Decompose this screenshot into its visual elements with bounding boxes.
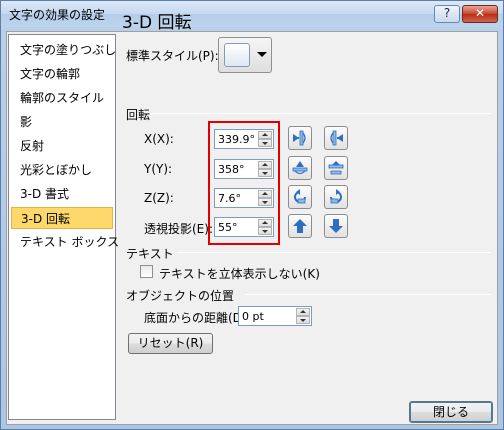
preset-dropdown-button[interactable] xyxy=(218,37,272,73)
sidebar-item-outline-style[interactable]: 輪郭のスタイル xyxy=(11,87,113,109)
rotate-left-button[interactable] xyxy=(288,126,312,150)
rotate-right-button[interactable] xyxy=(324,126,348,150)
rotate-up-icon xyxy=(292,161,308,175)
rotate-counterclockwise-icon xyxy=(294,189,306,204)
z-rotation-label: Z(Z): xyxy=(144,191,174,205)
chevron-down-icon xyxy=(257,52,267,57)
object-position-section-title: オブジェクトの位置 xyxy=(126,289,235,303)
help-button[interactable]: ? xyxy=(434,5,460,23)
preset-swatch xyxy=(224,43,250,67)
dialog-title: 文字の効果の設定 xyxy=(9,8,106,22)
category-list: 文字の塗りつぶし 文字の輪郭 輪郭のスタイル 影 反射 光彩とぼかし 3-D 書… xyxy=(8,34,119,420)
close-button[interactable]: 閉じる xyxy=(409,401,493,423)
sidebar-item-3d-rotation[interactable]: 3-D 回転 xyxy=(11,207,113,229)
sidebar-item-glow[interactable]: 光彩とぼかし xyxy=(11,159,113,181)
rotation-separator xyxy=(151,113,491,114)
reset-button[interactable]: リセット(R) xyxy=(128,333,213,354)
rotate-right-icon xyxy=(330,130,343,146)
rotation-values-highlight xyxy=(208,121,280,245)
y-rotation-label: Y(Y): xyxy=(144,162,173,176)
x-rotation-label: X(X): xyxy=(144,132,174,146)
rotate-left-icon xyxy=(293,130,306,146)
panel-heading: 3-D 回転 xyxy=(122,13,192,33)
perspective-label: 透視投影(E): xyxy=(144,222,213,236)
sidebar-item-reflection[interactable]: 反射 xyxy=(11,135,113,157)
perspective-narrow-button[interactable] xyxy=(288,214,312,238)
sidebar-item-text-fill[interactable]: 文字の塗りつぶし xyxy=(11,39,116,61)
object-position-separator xyxy=(245,294,491,295)
sidebar-item-shadow[interactable]: 影 xyxy=(11,111,113,133)
distance-label: 底面からの距離(D): xyxy=(144,311,251,325)
rotate-down-icon xyxy=(328,161,344,175)
close-window-button[interactable]: ✕ xyxy=(462,5,498,23)
keep-text-flat-label[interactable]: テキストを立体表示しない(K) xyxy=(159,265,320,282)
sidebar-item-3d-format[interactable]: 3-D 書式 xyxy=(11,183,113,205)
rotate-down-button[interactable] xyxy=(324,156,348,180)
text-section-title: テキスト xyxy=(126,247,174,261)
rotate-clockwise-button[interactable] xyxy=(324,185,348,209)
rotation-section-title: 回転 xyxy=(126,108,151,122)
distance-spinner[interactable]: 0 pt xyxy=(238,306,312,326)
keep-text-flat-checkbox[interactable] xyxy=(140,265,153,278)
sidebar-item-text-outline[interactable]: 文字の輪郭 xyxy=(11,63,113,85)
distance-increment[interactable] xyxy=(296,308,310,316)
rotate-counterclockwise-button[interactable] xyxy=(288,185,312,209)
perspective-narrow-icon xyxy=(293,219,307,233)
rotate-up-button[interactable] xyxy=(288,156,312,180)
text-separator xyxy=(177,252,491,253)
distance-value: 0 pt xyxy=(242,310,264,323)
perspective-widen-icon xyxy=(329,219,343,233)
preset-label: 標準スタイル(P): xyxy=(126,49,219,63)
rotate-clockwise-icon xyxy=(330,189,342,204)
dialog-window: 文字の効果の設定 ? ✕ 文字の塗りつぶし 文字の輪郭 輪郭のスタイル 影 反射… xyxy=(0,0,504,430)
distance-decrement[interactable] xyxy=(296,316,310,324)
title-bar[interactable]: 文字の効果の設定 ? ✕ xyxy=(1,1,503,27)
sidebar-item-text-box[interactable]: テキスト ボックス xyxy=(11,231,119,253)
perspective-widen-button[interactable] xyxy=(324,214,348,238)
